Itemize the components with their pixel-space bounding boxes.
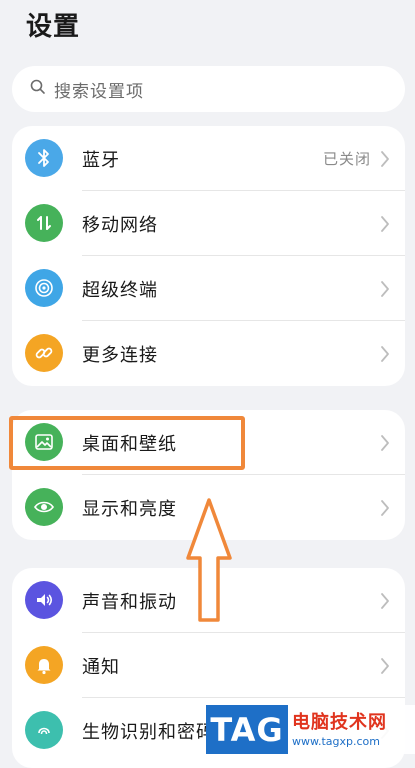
chevron-right-icon xyxy=(379,657,391,675)
settings-item-bluetooth[interactable]: 蓝牙 已关闭 xyxy=(12,126,405,191)
watermark-tag-logo: TAG xyxy=(206,705,288,754)
chevron-right-icon xyxy=(379,499,391,517)
chevron-right-icon xyxy=(379,215,391,233)
search-icon xyxy=(30,79,46,99)
link-icon xyxy=(25,334,63,372)
settings-item-label: 更多连接 xyxy=(82,344,158,366)
mobile-data-icon xyxy=(25,204,63,242)
up-arrow-annotation xyxy=(184,496,234,628)
chevron-right-icon xyxy=(379,280,391,298)
settings-item-label: 显示和亮度 xyxy=(82,498,177,520)
page-title: 设置 xyxy=(26,12,81,42)
watermark-url: www.tagxp.com xyxy=(292,735,380,748)
settings-item-label: 生物识别和密码 xyxy=(82,721,215,743)
watermark-site-name: 电脑技术网 xyxy=(292,712,387,733)
settings-item-notifications[interactable]: 通知 xyxy=(12,633,405,698)
settings-item-label: 超级终端 xyxy=(82,279,158,301)
eye-icon xyxy=(25,488,63,526)
super-device-icon xyxy=(25,269,63,307)
bluetooth-status: 已关闭 xyxy=(322,150,371,168)
watermark: TAG 电脑技术网 www.tagxp.com xyxy=(206,705,415,754)
chevron-right-icon xyxy=(379,150,391,168)
settings-item-label: 通知 xyxy=(82,656,120,678)
search-input[interactable]: 搜索设置项 xyxy=(12,66,405,112)
bell-icon xyxy=(25,646,63,684)
chevron-right-icon xyxy=(379,345,391,363)
settings-group-connectivity: 蓝牙 已关闭 移动网络 超级终端 更多连接 xyxy=(12,126,405,386)
fingerprint-icon xyxy=(25,711,63,749)
highlight-box xyxy=(9,416,245,470)
search-placeholder: 搜索设置项 xyxy=(54,81,144,102)
settings-item-mobile-network[interactable]: 移动网络 xyxy=(12,191,405,256)
sound-icon xyxy=(25,581,63,619)
settings-item-label: 声音和振动 xyxy=(82,591,177,613)
settings-item-label: 移动网络 xyxy=(82,214,158,236)
settings-item-label: 蓝牙 xyxy=(82,149,120,171)
settings-item-more-connections[interactable]: 更多连接 xyxy=(12,321,405,386)
chevron-right-icon xyxy=(379,434,391,452)
settings-item-super-device[interactable]: 超级终端 xyxy=(12,256,405,321)
bluetooth-icon xyxy=(25,139,63,177)
chevron-right-icon xyxy=(379,592,391,610)
